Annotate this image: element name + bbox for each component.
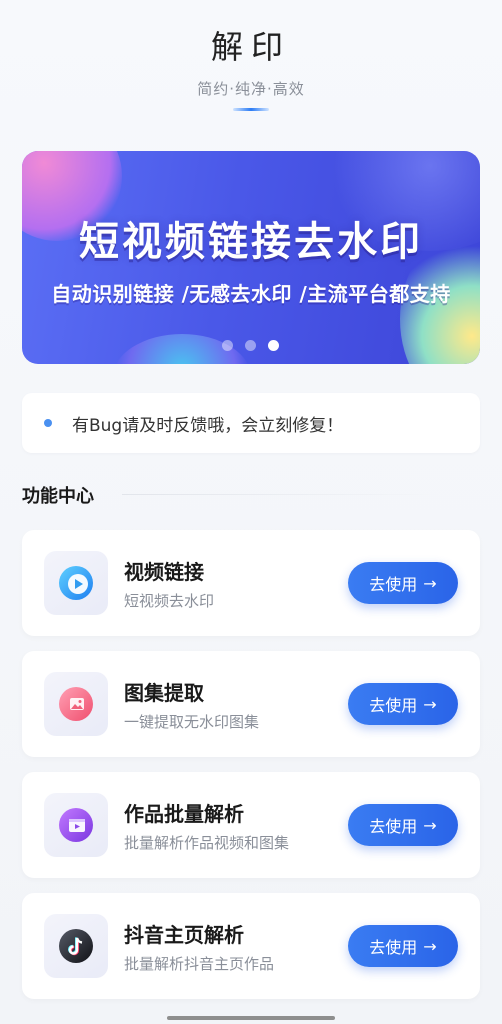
image-icon — [59, 687, 93, 721]
feature-desc: 一键提取无水印图集 — [124, 713, 260, 731]
carousel-dot[interactable] — [245, 340, 256, 351]
app-subtitle: 简约·纯净·高效 — [197, 80, 305, 98]
feature-desc: 短视频去水印 — [124, 592, 215, 610]
use-button[interactable]: 去使用 → — [348, 562, 458, 604]
feature-icon-box — [44, 914, 108, 978]
arrow-right-icon: → — [423, 573, 437, 593]
feature-desc: 批量解析作品视频和图集 — [124, 834, 290, 852]
use-button[interactable]: 去使用 → — [348, 804, 458, 846]
notice-dot-icon — [44, 419, 52, 427]
home-indicator[interactable] — [167, 1016, 335, 1020]
use-button[interactable]: 去使用 → — [348, 925, 458, 967]
feature-desc: 批量解析抖音主页作品 — [124, 955, 275, 973]
notice-text: 有Bug请及时反馈哦，会立刻修复！ — [72, 416, 344, 436]
feature-icon-box — [44, 793, 108, 857]
section-divider — [122, 494, 442, 495]
title-underline — [233, 108, 269, 111]
use-button-label: 去使用 — [369, 575, 418, 594]
app-title: 解印 — [210, 28, 291, 66]
carousel-dot[interactable] — [222, 340, 233, 351]
video-play-icon — [59, 566, 93, 600]
feature-title: 作品批量解析 — [124, 802, 244, 826]
use-button-label: 去使用 — [369, 696, 418, 715]
feature-title: 抖音主页解析 — [124, 923, 244, 947]
feature-card-video-link[interactable]: 视频链接 短视频去水印 去使用 → — [22, 530, 480, 636]
carousel-dots — [222, 340, 282, 352]
video-frame-icon — [59, 808, 93, 842]
arrow-right-icon: → — [423, 815, 437, 835]
feature-card-image-set[interactable]: 图集提取 一键提取无水印图集 去使用 → — [22, 651, 480, 757]
carousel-dot-active[interactable] — [268, 340, 279, 351]
section-title: 功能中心 — [22, 486, 94, 507]
arrow-right-icon: → — [423, 694, 437, 714]
notice-bar: 有Bug请及时反馈哦，会立刻修复！ — [22, 393, 480, 453]
feature-card-douyin-profile[interactable]: 抖音主页解析 批量解析抖音主页作品 去使用 → — [22, 893, 480, 999]
banner-carousel[interactable]: 短视频链接去水印 自动识别链接 /无感去水印 /主流平台都支持 — [22, 151, 480, 364]
use-button-label: 去使用 — [369, 938, 418, 957]
use-button-label: 去使用 — [369, 817, 418, 836]
feature-icon-box — [44, 551, 108, 615]
banner-subtitle: 自动识别链接 /无感去水印 /主流平台都支持 — [51, 282, 451, 306]
feature-card-batch-parse[interactable]: 作品批量解析 批量解析作品视频和图集 去使用 → — [22, 772, 480, 878]
arrow-right-icon: → — [423, 936, 437, 956]
header: 解印 简约·纯净·高效 — [0, 0, 502, 130]
feature-title: 图集提取 — [124, 681, 204, 705]
feature-title: 视频链接 — [124, 560, 204, 584]
use-button[interactable]: 去使用 → — [348, 683, 458, 725]
feature-icon-box — [44, 672, 108, 736]
tiktok-icon — [59, 929, 93, 963]
banner-title: 短视频链接去水印 — [79, 219, 423, 265]
